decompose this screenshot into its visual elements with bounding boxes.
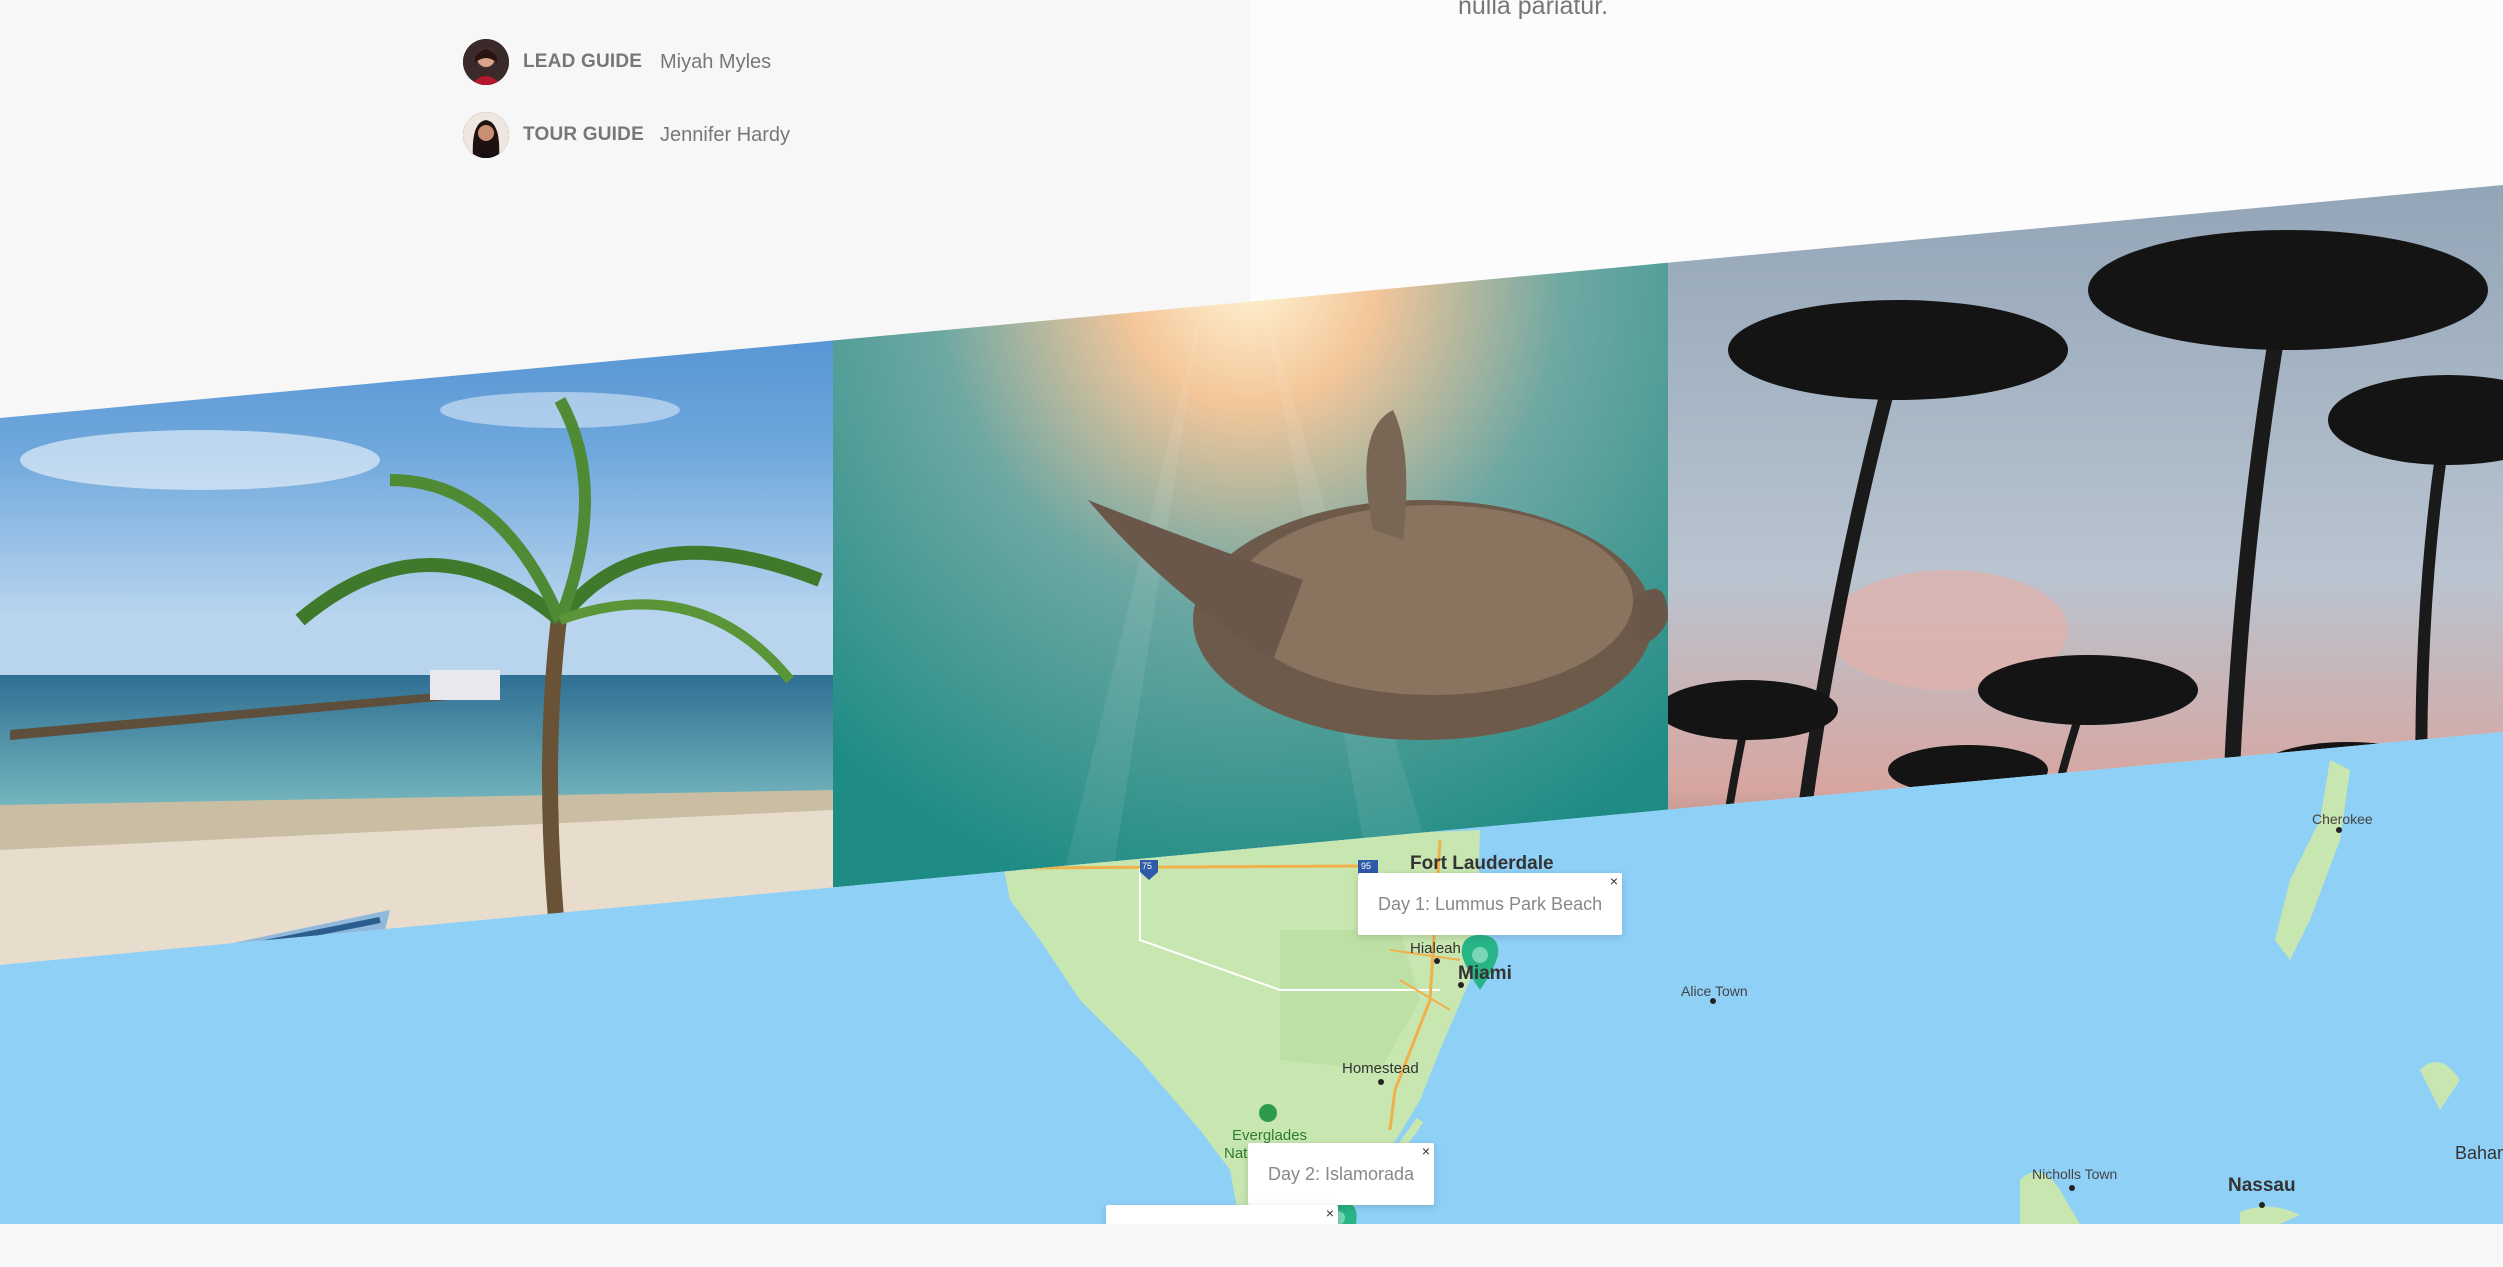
map-label-cherokee: Cherokee <box>2312 811 2373 827</box>
guide-name: Miyah Myles <box>660 50 772 73</box>
popup-close-button[interactable]: × <box>1326 1205 1334 1221</box>
map-label-us95: 95 <box>1361 861 1372 871</box>
lead-guide-avatar <box>463 39 509 85</box>
popup-close-button[interactable]: × <box>1422 1143 1430 1159</box>
description-text: nulla pariatur. <box>1458 0 1609 20</box>
map-label-bahamas: Baham <box>2455 1143 2503 1163</box>
map-label-nicholls-town: Nicholls Town <box>2032 1166 2118 1182</box>
map-label-i75: 75 <box>1142 861 1153 871</box>
map-label-hialeah: Hialeah <box>1410 940 1461 957</box>
popup-text: Day 1: Lummus Park Beach <box>1378 893 1603 914</box>
guide-row-lead: Lead guide Miyah Myles <box>463 38 771 86</box>
map-label-miami: Miami <box>1458 963 1512 984</box>
map-label-nat: Nat <box>1224 1145 1248 1162</box>
map-label-homestead: Homestead <box>1342 1060 1419 1077</box>
guide-row-tour: Tour guide Jennifer Hardy <box>463 111 790 159</box>
popup-close-button[interactable]: × <box>1610 873 1618 889</box>
guide-name: Jennifer Hardy <box>660 123 791 146</box>
popup-text: Day 2: Islamorada <box>1268 1163 1415 1184</box>
popup-text: Day 3: Sombrero Beach <box>1126 1225 1319 1246</box>
map-label-nassau: Nassau <box>2228 1175 2296 1196</box>
tour-guide-avatar <box>463 112 509 158</box>
map-popup-day-2: Day 2: Islamorada × <box>1248 1143 1435 1205</box>
guide-role: Lead guide <box>523 51 643 72</box>
map-label-everglades: Everglades <box>1232 1127 1308 1144</box>
map-popup-day-1: Day 1: Lummus Park Beach × <box>1358 873 1623 935</box>
map-popup-day-3: Day 3: Sombrero Beach × <box>1106 1205 1339 1246</box>
map-label-alice-town: Alice Town <box>1681 983 1748 999</box>
guide-role: Tour guide <box>523 124 644 145</box>
map-label-fort-lauderdale: Fort Lauderdale <box>1410 853 1554 874</box>
